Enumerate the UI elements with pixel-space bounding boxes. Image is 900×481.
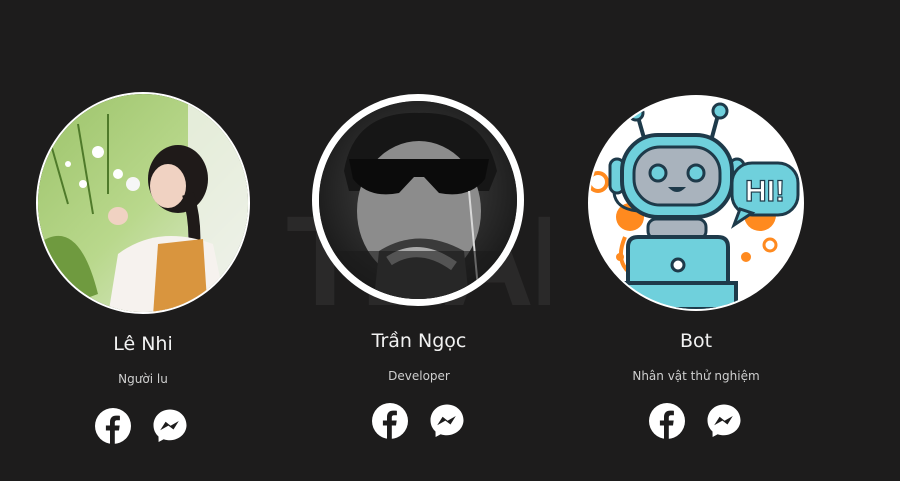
facebook-link[interactable] [372,403,408,439]
member-name: Bot [679,330,713,352]
robot-illustration: HI! [590,97,802,309]
member-role: Người lu [118,372,168,386]
member-role: Nhân vật thử nghiệm [632,369,760,383]
messenger-icon [707,404,741,437]
messenger-icon [153,409,187,442]
facebook-icon [95,408,131,444]
avatar-bot: HI! [588,95,804,311]
facebook-link[interactable] [649,403,685,439]
avatar-le-nhi [36,92,250,314]
member-role: Developer [388,369,450,383]
messenger-link[interactable] [706,403,742,439]
messenger-link[interactable] [429,403,465,439]
team-card-tran-ngoc: Trần Ngọc Developer [304,0,534,481]
man-with-sunglasses-photo [319,101,517,299]
team-card-bot: HI! Bot Nhân vật thử nghiệm [581,0,811,481]
facebook-link[interactable] [95,408,131,444]
messenger-link[interactable] [152,408,188,444]
member-name: Trần Ngọc [371,330,467,352]
facebook-icon [649,403,685,439]
girl-with-flowers-photo [38,94,248,312]
team-card-le-nhi: Lê Nhi Người lu [28,0,258,481]
facebook-icon [372,403,408,439]
messenger-icon [430,404,464,437]
bot-speech-text: HI! [745,175,785,208]
avatar-tran-ngoc [312,94,524,306]
member-name: Lê Nhi [113,333,173,355]
